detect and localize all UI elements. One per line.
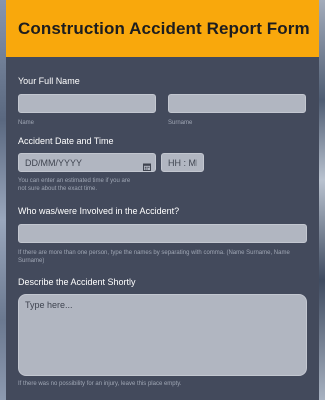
involved-question: Who was/were Involved in the Accident? I…: [18, 206, 307, 265]
date-time-row: [18, 153, 307, 172]
last-name-group: Surname: [168, 94, 306, 127]
description-question: Describe the Accident Shortly If there w…: [18, 277, 307, 388]
full-name-label: Your Full Name: [18, 76, 80, 86]
form-body: Your Full Name Name Surname Accident Dat…: [6, 76, 319, 388]
time-input[interactable]: [161, 153, 204, 172]
first-name-group: Name: [18, 94, 156, 127]
description-label: Describe the Accident Shortly: [18, 277, 136, 287]
involved-input[interactable]: [18, 224, 307, 243]
first-name-input[interactable]: [18, 94, 156, 113]
last-name-input[interactable]: [168, 94, 306, 113]
form-header: Construction Accident Report Form: [6, 0, 319, 57]
date-input[interactable]: [18, 153, 156, 172]
date-field-wrap: [18, 153, 156, 172]
form-title: Construction Accident Report Form: [18, 18, 310, 38]
accident-date-question: Accident Date and Time DD/MM/YYYY HH: M…: [18, 136, 307, 193]
calendar-icon[interactable]: [143, 158, 151, 171]
first-name-sublabel: Name: [18, 120, 35, 126]
form-card: Construction Accident Report Form Your F…: [6, 0, 319, 400]
full-name-row: Name Surname: [18, 94, 307, 127]
last-name-sublabel: Surname: [168, 120, 193, 126]
involved-label: Who was/were Involved in the Accident?: [18, 206, 180, 216]
description-textarea[interactable]: [18, 294, 307, 376]
accident-date-label: Accident Date and Time: [18, 136, 114, 146]
description-hint: If there was no possibility for an injur…: [18, 381, 182, 387]
involved-hint: If there are more than one person, type …: [18, 250, 290, 264]
accident-date-hint: You can enter an estimated time if you a…: [18, 178, 131, 192]
full-name-question: Your Full Name Name Surname: [18, 76, 307, 127]
